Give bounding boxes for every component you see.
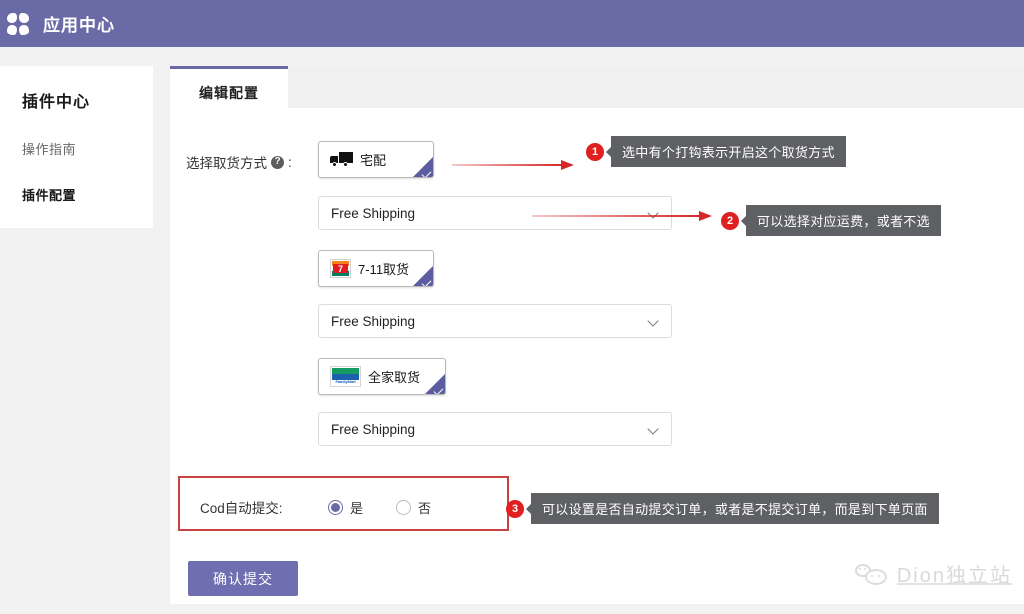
cod-radio-no[interactable]: 否 — [396, 498, 431, 517]
familymart-icon: FamilyMart — [330, 366, 361, 387]
app-grid-dot — [19, 25, 29, 35]
cod-radio-no-label: 否 — [418, 498, 431, 517]
method-card-label: 7-11取货 — [358, 259, 409, 278]
app-grid-dot — [7, 13, 17, 23]
chevron-down-icon — [647, 423, 658, 434]
pickup-method-label-text: 选择取货方式 — [186, 152, 267, 172]
seven-eleven-glyph: 7 — [333, 264, 348, 273]
truck-icon — [330, 152, 353, 167]
sidebar-title: 插件中心 — [22, 88, 153, 112]
annotation-arrow-1 — [452, 160, 574, 170]
page-title: 应用中心 — [43, 11, 115, 36]
app-grid-dot — [7, 25, 17, 35]
annotation-arrow-2 — [532, 211, 712, 221]
watermark: Dion独立站 — [855, 559, 1012, 588]
top-header-bar: 应用中心 — [0, 0, 1024, 47]
annotation-2: 2 可以选择对应运费，或者不选 — [721, 205, 941, 236]
sidebar: 插件中心 操作指南 插件配置 — [0, 66, 153, 228]
pickup-method-label-colon: : — [288, 155, 292, 170]
submit-button[interactable]: 确认提交 — [188, 561, 298, 596]
tab-bar: 编辑配置 — [170, 66, 1024, 116]
sidebar-item-guide[interactable]: 操作指南 — [22, 139, 153, 158]
pickup-method-label: 选择取货方式 ? : — [186, 152, 292, 172]
app-grid-dot — [19, 13, 29, 23]
cod-radio-yes-label: 是 — [350, 498, 363, 517]
annotation-3: 3 可以设置是否自动提交订单，或者是不提交订单，而是到下单页面 — [506, 493, 939, 524]
cod-highlight-box: Cod自动提交: 是 否 — [178, 476, 509, 531]
cod-label: Cod自动提交: — [200, 497, 283, 517]
annotation-text: 可以选择对应运费，或者不选 — [746, 205, 941, 236]
tab-bar-filler — [288, 66, 1024, 108]
bottom-strip — [0, 604, 1024, 614]
annotation-badge: 3 — [506, 500, 524, 518]
shipping-select-value: Free Shipping — [331, 422, 415, 437]
annotation-text: 可以设置是否自动提交订单，或者是不提交订单，而是到下单页面 — [531, 493, 939, 524]
method-card-label: 宅配 — [360, 150, 386, 169]
method-card-home-delivery[interactable]: 宅配 — [318, 141, 434, 178]
radio-icon-unselected — [396, 500, 411, 515]
sidebar-item-plugin-config[interactable]: 插件配置 — [22, 185, 153, 204]
method-card-seven-eleven[interactable]: 7 7-11取货 — [318, 250, 434, 287]
annotation-badge: 1 — [586, 143, 604, 161]
seven-eleven-icon: 7 — [330, 259, 351, 278]
app-root: 应用中心 插件中心 操作指南 插件配置 编辑配置 选择取货方式 ? : 宅配 — [0, 0, 1024, 614]
help-icon[interactable]: ? — [271, 156, 284, 169]
wechat-icon — [855, 562, 889, 586]
shipping-select-familymart[interactable]: Free Shipping — [318, 412, 672, 446]
tab-edit-config[interactable]: 编辑配置 — [170, 66, 288, 116]
method-card-familymart[interactable]: FamilyMart 全家取货 — [318, 358, 446, 395]
app-grid-icon[interactable] — [7, 13, 31, 35]
method-card-label: 全家取货 — [368, 367, 420, 386]
shipping-select-value: Free Shipping — [331, 314, 415, 329]
shipping-select-value: Free Shipping — [331, 206, 415, 221]
tab-label: 编辑配置 — [199, 83, 259, 103]
cod-radio-yes[interactable]: 是 — [328, 498, 363, 517]
annotation-1: 1 选中有个打钩表示开启这个取货方式 — [586, 136, 846, 167]
watermark-text: Dion独立站 — [897, 559, 1012, 588]
familymart-wordmark: FamilyMart — [332, 379, 359, 385]
radio-icon-selected — [328, 500, 343, 515]
chevron-down-icon — [647, 315, 658, 326]
shipping-select-seven-eleven[interactable]: Free Shipping — [318, 304, 672, 338]
annotation-badge: 2 — [721, 212, 739, 230]
annotation-text: 选中有个打钩表示开启这个取货方式 — [611, 136, 846, 167]
